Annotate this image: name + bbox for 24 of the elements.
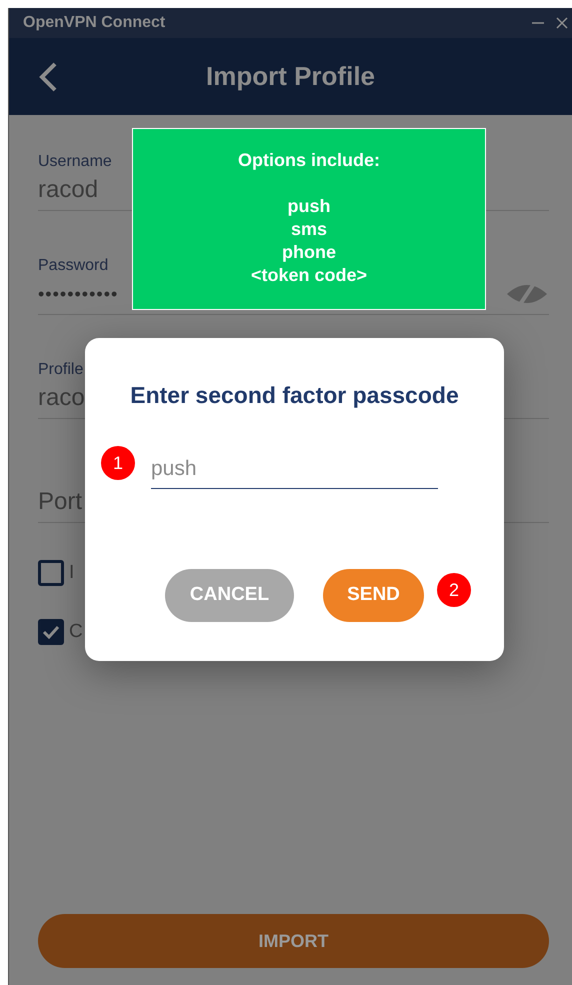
- field-label: Password: [38, 258, 108, 274]
- callout-title: Options include:: [238, 149, 380, 172]
- option-text: phone: [282, 241, 336, 264]
- checkbox-label: C: [69, 620, 83, 644]
- option-text: sms: [290, 218, 328, 241]
- import-button[interactable]: IMPORT: [38, 914, 549, 968]
- field-value[interactable]: raco: [38, 380, 85, 416]
- field-value[interactable]: racod: [38, 172, 98, 208]
- field-label: Username: [38, 154, 112, 170]
- checkmark-icon: [42, 624, 60, 639]
- window-title: OpenVPN Connect: [23, 13, 166, 33]
- cancel-button[interactable]: CANCEL: [165, 569, 294, 622]
- checkbox[interactable]: [38, 618, 64, 645]
- field-label: Profile: [38, 362, 84, 378]
- close-icon[interactable]: [556, 17, 568, 29]
- passcode-input[interactable]: push: [151, 452, 438, 488]
- checkbox-label: I: [69, 561, 74, 585]
- checkbox[interactable]: [38, 560, 64, 586]
- option-text: push: [288, 195, 330, 218]
- option-text: <token code>: [250, 264, 368, 287]
- password-value[interactable]: •••••••••••: [38, 280, 118, 308]
- page-title: Import Profile: [206, 60, 375, 93]
- dialog-title: Enter second factor passcode: [130, 381, 459, 410]
- send-button[interactable]: SEND: [323, 569, 424, 622]
